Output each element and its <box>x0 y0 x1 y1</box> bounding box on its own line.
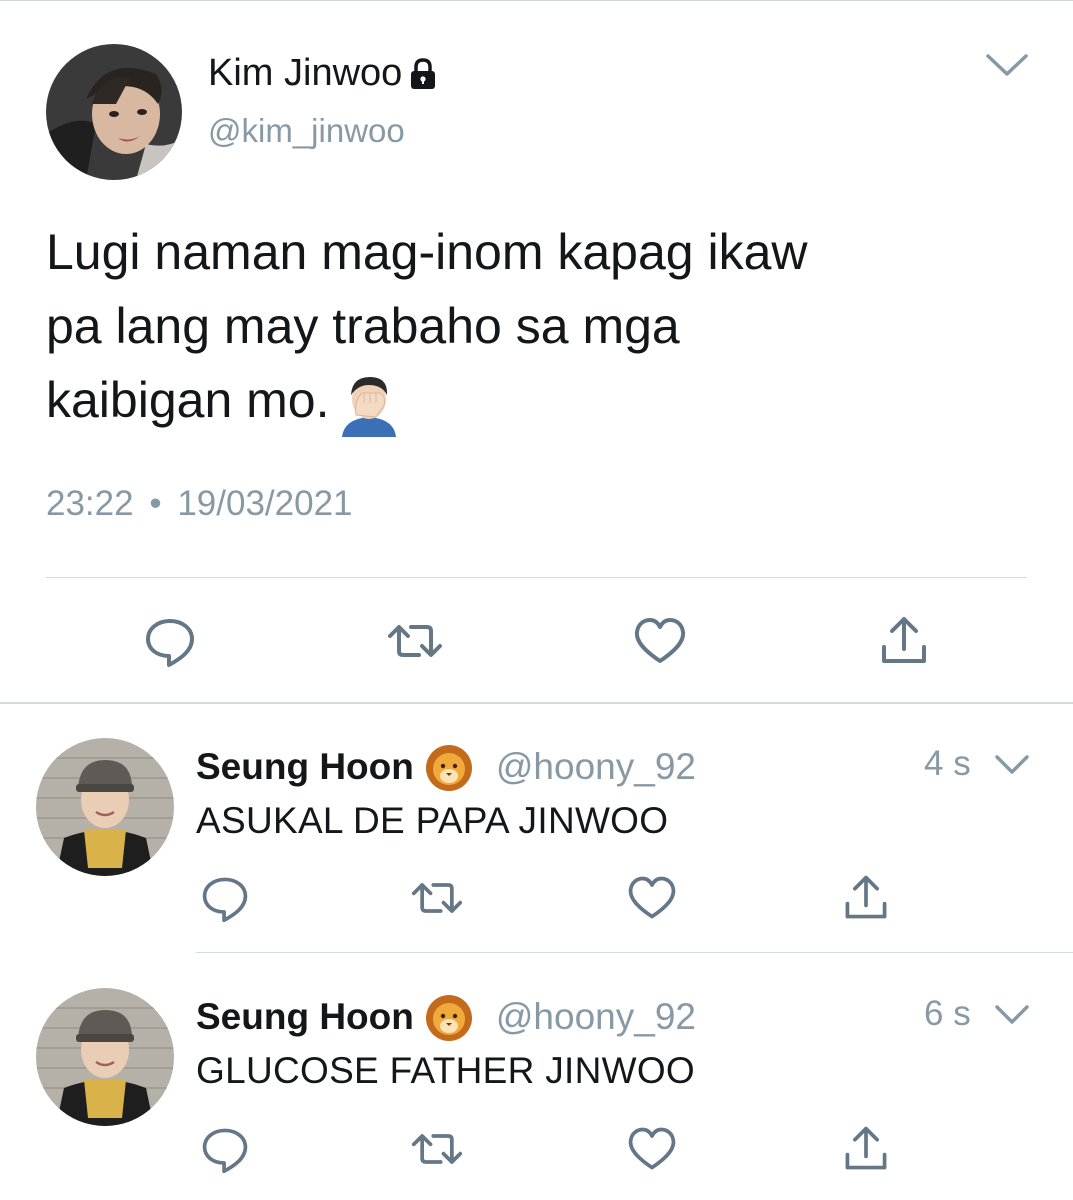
lion-emoji <box>424 992 474 1042</box>
like-icon[interactable] <box>626 872 678 924</box>
divider <box>46 577 1027 578</box>
reply-display-name: Seung Hoon <box>196 996 414 1037</box>
like-icon[interactable] <box>626 1123 678 1175</box>
reply-display-name: Seung Hoon <box>196 746 414 787</box>
chevron-down-icon[interactable] <box>994 1002 1030 1028</box>
reply-author[interactable]: Seung Hoon @hoony_92 <box>196 742 696 792</box>
reply-icon[interactable] <box>199 1123 251 1175</box>
avatar[interactable] <box>46 44 182 180</box>
avatar[interactable] <box>36 988 174 1126</box>
tweet-text-line: pa lang may trabaho sa mga <box>46 298 680 354</box>
avatar[interactable] <box>36 738 174 876</box>
tweet-timestamp: 23:22 • 19/03/2021 <box>46 484 353 524</box>
tweet-text: Lugi naman mag-inom kapag ikaw pa lang m… <box>46 215 1036 437</box>
tweet-time: 23:22 <box>46 484 134 523</box>
retweet-icon[interactable] <box>411 1123 463 1175</box>
reply-time: 6 s <box>924 994 971 1033</box>
tweet-text-line: Lugi naman mag-inom kapag ikaw <box>46 224 808 280</box>
reply-handle: @hoony_92 <box>495 996 696 1037</box>
share-icon[interactable] <box>840 872 892 924</box>
like-icon[interactable] <box>632 613 688 669</box>
meta-separator: • <box>149 484 162 523</box>
tweet-date: 19/03/2021 <box>177 484 353 523</box>
share-icon[interactable] <box>840 1123 892 1175</box>
lion-emoji <box>424 742 474 792</box>
tweet-text-line: kaibigan mo. <box>46 363 1036 437</box>
chevron-down-icon[interactable] <box>994 752 1030 778</box>
reply-icon[interactable] <box>199 872 251 924</box>
display-name[interactable]: Kim Jinwoo <box>208 52 440 95</box>
reply-author[interactable]: Seung Hoon @hoony_92 <box>196 992 696 1042</box>
reply-text: GLUCOSE FATHER JINWOO <box>196 1050 695 1091</box>
top-border <box>0 0 1073 1</box>
reply-icon[interactable] <box>142 613 198 669</box>
display-name-text: Kim Jinwoo <box>208 52 403 94</box>
share-icon[interactable] <box>876 613 932 669</box>
chevron-down-icon[interactable] <box>984 50 1030 80</box>
divider <box>0 702 1073 704</box>
retweet-icon[interactable] <box>411 872 463 924</box>
reply-time: 4 s <box>924 744 971 783</box>
user-handle[interactable]: @kim_jinwoo <box>208 112 405 150</box>
face-palm-emoji <box>336 371 402 437</box>
reply-handle: @hoony_92 <box>495 746 696 787</box>
divider <box>196 952 1073 953</box>
lock-icon <box>406 57 440 91</box>
reply-text: ASUKAL DE PAPA JINWOO <box>196 800 669 841</box>
tweet-text-line-end: kaibigan mo. <box>46 372 330 428</box>
retweet-icon[interactable] <box>387 613 443 669</box>
